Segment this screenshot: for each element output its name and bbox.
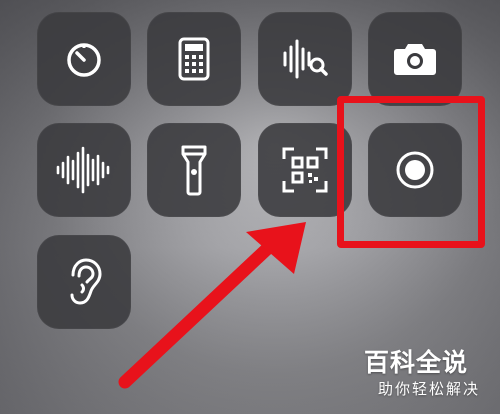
watermark-title: 百科全说 xyxy=(364,348,469,377)
watermark-subtitle: 助你轻松解决 xyxy=(378,380,481,398)
watermark-logo: 百科全说 助你轻松解决 xyxy=(364,348,496,406)
